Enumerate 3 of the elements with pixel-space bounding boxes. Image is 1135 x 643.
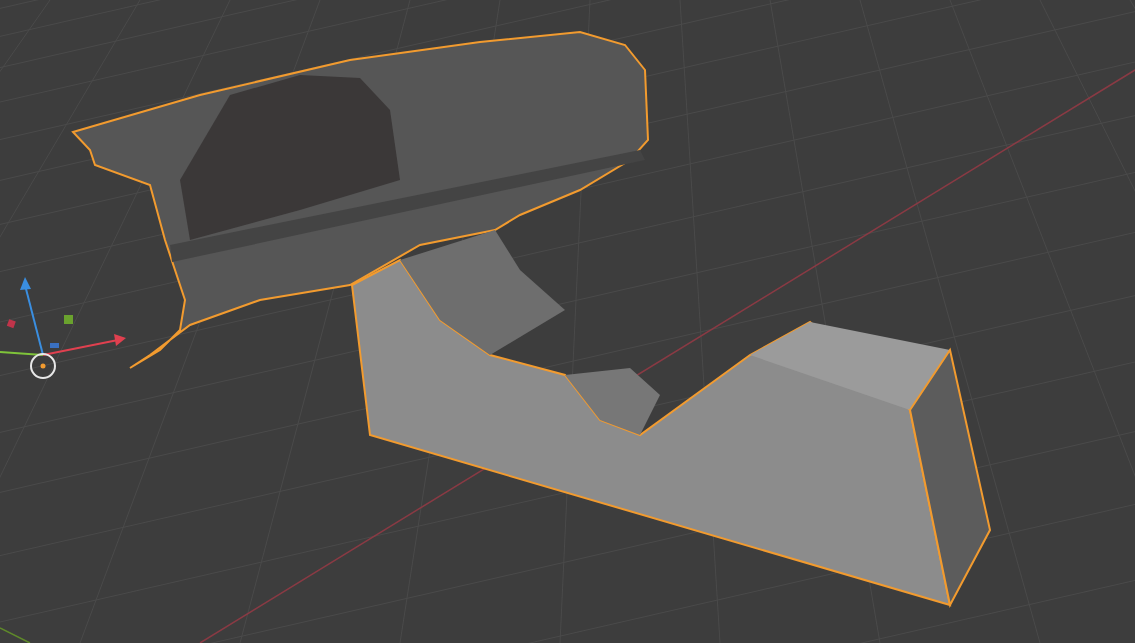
axis-gizmo-icon[interactable] bbox=[0, 277, 126, 356]
y-axis-line bbox=[0, 627, 31, 643]
cursor-icon bbox=[30, 353, 56, 379]
